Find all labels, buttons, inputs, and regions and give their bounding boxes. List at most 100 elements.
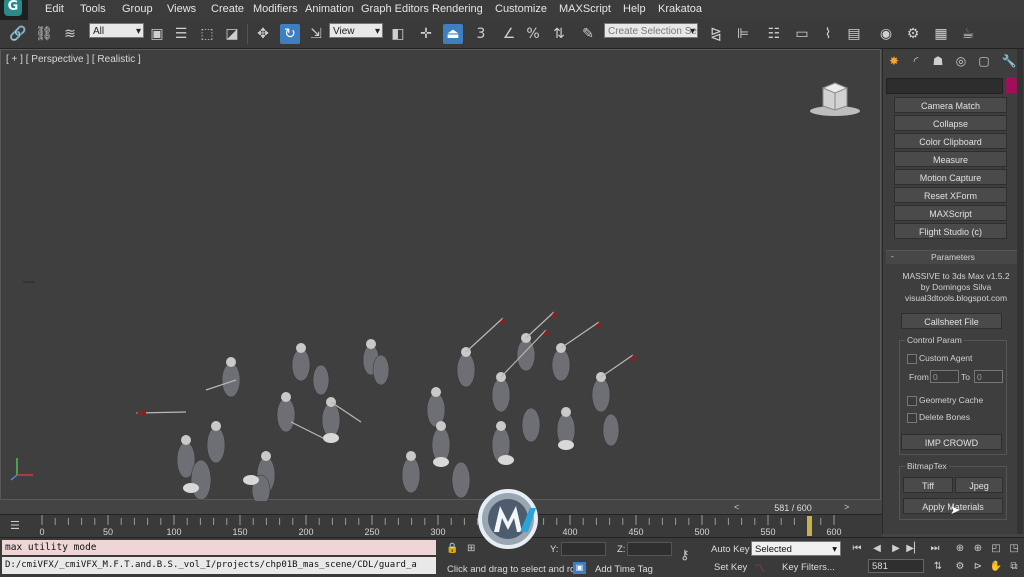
utility-flight-studio-button[interactable]: Flight Studio (c) — [894, 223, 1007, 239]
parameters-rollout-header[interactable]: - Parameters — [886, 250, 1019, 264]
percent-snap-icon[interactable]: % — [523, 24, 543, 44]
schematic-view-icon[interactable]: ▤ — [844, 24, 864, 44]
pivot-center-icon[interactable]: ◧ — [388, 24, 408, 44]
menu-maxscript[interactable]: MAXScript — [559, 3, 611, 15]
time-slider-next-icon[interactable]: > — [844, 502, 849, 512]
rendered-frame-window-icon[interactable]: ▦ — [931, 24, 951, 44]
z-coordinate-field[interactable] — [627, 542, 672, 556]
curve-editor-icon[interactable]: ⌇ — [818, 24, 838, 44]
time-configuration-icon[interactable]: ⚙ — [952, 560, 968, 574]
bind-space-warp-icon[interactable]: ≋ — [60, 24, 80, 44]
maxscript-listener-line[interactable]: max utility mode — [2, 540, 436, 555]
geometry-cache-checkbox[interactable] — [907, 396, 917, 406]
menu-customize[interactable]: Customize — [495, 3, 547, 15]
lock-icon[interactable]: 🔒 — [446, 543, 458, 554]
select-object-icon[interactable]: ▣ — [147, 24, 167, 44]
utilities-tab-icon[interactable]: 🔧 — [1000, 53, 1018, 69]
select-and-move-icon[interactable]: ✥ — [253, 24, 273, 44]
menu-create[interactable]: Create — [211, 3, 244, 15]
select-and-link-icon[interactable]: 🔗 — [8, 24, 28, 44]
callsheet-file-button[interactable]: Callsheet File — [901, 313, 1002, 329]
from-spinner[interactable]: 0 — [930, 370, 959, 383]
create-tab-icon[interactable]: ✸ — [885, 53, 903, 69]
utility-collapse-button[interactable]: Collapse — [894, 115, 1007, 131]
set-key-button[interactable]: Set Key — [714, 562, 747, 573]
auto-key-button[interactable]: Auto Key — [711, 544, 750, 555]
key-selection-dropdown[interactable]: Selected — [751, 541, 841, 557]
zoom-icon[interactable]: ⊕ — [952, 542, 968, 556]
time-slider[interactable]: < 581 / 600 > — [732, 501, 854, 515]
keyboard-shortcut-override-icon[interactable]: ⏏ — [443, 24, 463, 44]
angle-snap-icon[interactable]: ∠ — [499, 24, 519, 44]
go-to-start-icon[interactable]: ⏮ — [849, 542, 865, 556]
render-production-icon[interactable]: ☕ — [958, 24, 978, 44]
set-key-icon[interactable]: ⚷ — [680, 548, 690, 563]
select-manipulate-icon[interactable]: ✛ — [416, 24, 436, 44]
menu-tools[interactable]: Tools — [80, 3, 106, 15]
to-spinner[interactable]: 0 — [974, 370, 1003, 383]
time-marker[interactable] — [807, 516, 812, 536]
menu-krakatoa[interactable]: Krakatoa — [658, 3, 702, 15]
material-editor-icon[interactable]: ◉ — [876, 24, 896, 44]
utility-color-clipboard-button[interactable]: Color Clipboard — [894, 133, 1007, 149]
custom-agent-checkbox[interactable] — [907, 354, 917, 364]
zoom-extents-icon[interactable]: ◰ — [988, 542, 1004, 556]
go-to-end-icon[interactable]: ⏭ — [927, 542, 943, 556]
object-name-field[interactable] — [886, 78, 1003, 94]
utility-maxscript-button[interactable]: MAXScript — [894, 205, 1007, 221]
utility-measure-button[interactable]: Measure — [894, 151, 1007, 167]
utility-reset-xform-button[interactable]: Reset XForm — [894, 187, 1007, 203]
key-filters-button[interactable]: Key Filters... — [782, 562, 835, 573]
unlink-icon[interactable]: ⛓ — [34, 24, 54, 44]
modify-tab-icon[interactable]: ◜ — [907, 53, 925, 69]
align-icon[interactable]: ⊫ — [733, 24, 753, 44]
maxscript-output-line[interactable]: D:/cmiVFX/_cmiVFX_M.F.T.and.B.S._vol_I/p… — [2, 557, 436, 574]
menu-graph-editors[interactable]: Graph Editors — [361, 3, 429, 15]
panel-scrollbar[interactable] — [1017, 49, 1023, 534]
key-mode-icon[interactable]: ⇅ — [930, 560, 946, 574]
add-time-tag-button[interactable]: Add Time Tag — [595, 564, 653, 575]
select-and-scale-icon[interactable]: ⇲ — [306, 24, 326, 44]
edit-named-selection-icon[interactable]: ✎ — [578, 24, 598, 44]
layer-manager-icon[interactable]: ☷ — [764, 24, 784, 44]
window-crossing-icon[interactable]: ◪ — [222, 24, 242, 44]
pan-view-icon[interactable]: ✋ — [988, 560, 1004, 574]
key-curve-icon[interactable]: 〽 — [754, 560, 765, 576]
utility-motion-capture-button[interactable]: Motion Capture — [894, 169, 1007, 185]
named-selection-dropdown[interactable]: Create Selection Se — [604, 23, 698, 39]
menu-views[interactable]: Views — [167, 3, 196, 15]
menu-animation[interactable]: Animation — [305, 3, 354, 15]
render-setup-icon[interactable]: ⚙ — [903, 24, 923, 44]
menu-rendering[interactable]: Rendering — [432, 3, 483, 15]
app-menu-button[interactable]: G — [0, 0, 28, 20]
maximize-viewport-icon[interactable]: ⧉ — [1006, 560, 1022, 574]
display-tab-icon[interactable]: ▢ — [975, 53, 993, 69]
previous-frame-icon[interactable]: ◀ — [869, 542, 885, 556]
graphite-ribbon-icon[interactable]: ▭ — [792, 24, 812, 44]
delete-bones-checkbox[interactable] — [907, 413, 917, 423]
menu-group[interactable]: Group — [122, 3, 153, 15]
current-frame-field[interactable]: 581 — [868, 559, 924, 573]
zoom-extents-all-icon[interactable]: ◳ — [1006, 542, 1022, 556]
select-and-rotate-icon[interactable]: ↻ — [280, 24, 300, 44]
selection-filter-dropdown[interactable]: All — [89, 23, 144, 39]
spinner-snap-icon[interactable]: ⇅ — [549, 24, 569, 44]
imp-crowd-button[interactable]: IMP CROWD — [901, 434, 1002, 450]
perspective-viewport[interactable]: [ + ] [ Perspective ] [ Realistic ] — [0, 49, 881, 501]
jpeg-button[interactable]: Jpeg — [955, 477, 1003, 493]
tiff-button[interactable]: Tiff — [903, 477, 953, 493]
snaps-toggle-icon[interactable]: 3 — [471, 24, 491, 44]
isolate-selection-icon[interactable]: ▣ — [573, 562, 586, 574]
hierarchy-tab-icon[interactable]: ☗ — [929, 53, 947, 69]
motion-tab-icon[interactable]: ◎ — [952, 53, 970, 69]
rectangular-selection-icon[interactable]: ⬚ — [197, 24, 217, 44]
menu-modifiers[interactable]: Modifiers — [253, 3, 298, 15]
menu-edit[interactable]: Edit — [45, 3, 64, 15]
reference-coordinate-dropdown[interactable]: View — [329, 23, 383, 39]
menu-help[interactable]: Help — [623, 3, 646, 15]
y-coordinate-field[interactable] — [561, 542, 606, 556]
mini-curve-editor-icon[interactable]: ☰ — [10, 519, 20, 532]
zoom-all-icon[interactable]: ⊕ — [970, 542, 986, 556]
next-frame-icon[interactable]: ▶▏ — [906, 542, 922, 556]
utility-camera-match-button[interactable]: Camera Match — [894, 97, 1007, 113]
